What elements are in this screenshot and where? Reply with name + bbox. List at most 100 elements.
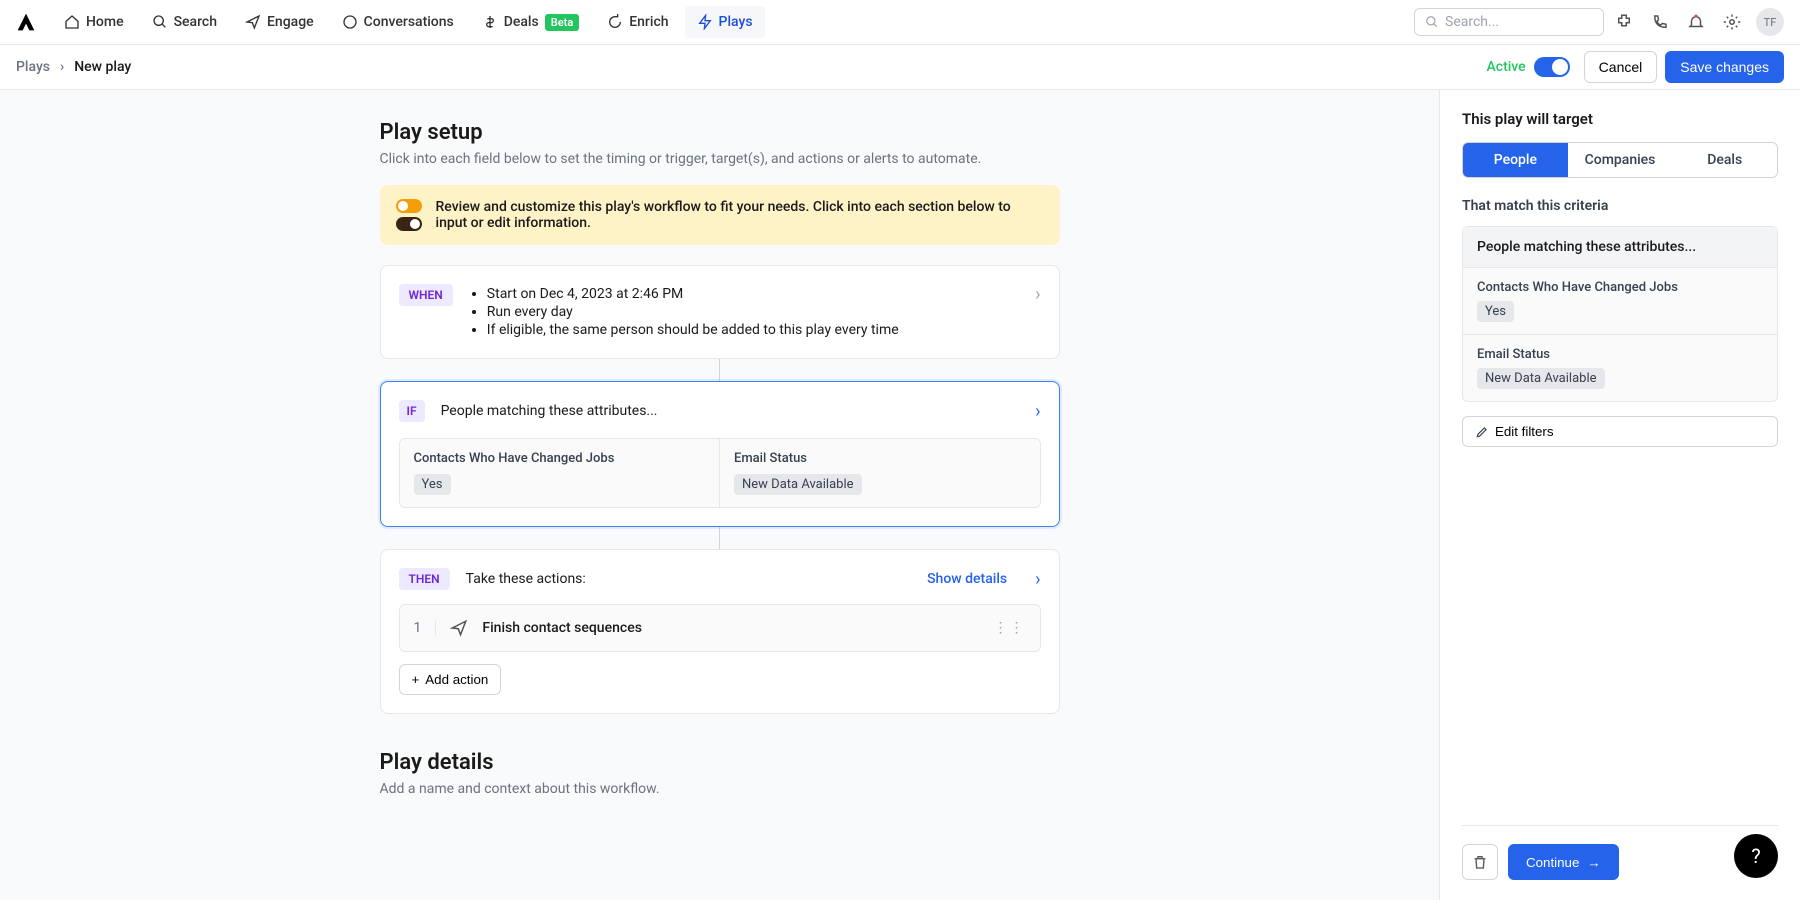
breadcrumb: Plays › New play	[16, 59, 131, 75]
target-segment: People Companies Deals	[1462, 142, 1778, 178]
nav-plays[interactable]: Plays	[685, 6, 765, 38]
filter-head: People matching these attributes...	[1463, 227, 1777, 268]
if-card[interactable]: IF People matching these attributes... ›…	[380, 381, 1060, 527]
banner-text: Review and customize this play's workflo…	[436, 199, 1044, 231]
target-title: This play will target	[1462, 110, 1778, 128]
edit-filters-button[interactable]: Edit filters	[1462, 416, 1778, 447]
breadcrumb-root[interactable]: Plays	[16, 59, 50, 75]
filter-label: Email Status	[1477, 347, 1763, 362]
send-icon	[245, 14, 261, 30]
nav-label: Engage	[267, 14, 314, 30]
delete-button[interactable]	[1462, 844, 1498, 880]
question-icon: ?	[1751, 844, 1760, 868]
top-nav: Home Search Engage Conversations Deals B…	[0, 0, 1800, 45]
filter-label: Contacts Who Have Changed Jobs	[1477, 280, 1763, 295]
gear-icon[interactable]	[1716, 6, 1748, 38]
setup-title: Play setup	[380, 120, 1060, 145]
nav-engage[interactable]: Engage	[233, 6, 326, 38]
details-title: Play details	[380, 750, 1060, 775]
chat-icon	[342, 14, 358, 30]
action-number: 1	[414, 620, 437, 636]
criteria-value: Yes	[414, 474, 451, 495]
search-placeholder: Search...	[1445, 14, 1499, 30]
search-icon	[1425, 15, 1439, 29]
pencil-icon	[1475, 425, 1489, 439]
then-headline: Take these actions:	[466, 571, 911, 587]
action-label: Finish contact sequences	[482, 620, 642, 636]
breadcrumb-current: New play	[74, 59, 131, 75]
when-line: Run every day	[487, 304, 1019, 320]
chevron-right-icon: ›	[1035, 569, 1040, 590]
bell-icon[interactable]	[1680, 6, 1712, 38]
show-details-link[interactable]: Show details	[927, 571, 1007, 587]
nav-label: Search	[174, 14, 217, 30]
when-card[interactable]: WHEN Start on Dec 4, 2023 at 2:46 PM Run…	[380, 265, 1060, 359]
connector-line	[719, 359, 720, 381]
criteria-label: Email Status	[734, 451, 1026, 466]
extension-icon[interactable]	[1608, 6, 1640, 38]
then-card[interactable]: THEN Take these actions: Show details › …	[380, 549, 1060, 714]
info-banner: Review and customize this play's workflo…	[380, 185, 1060, 245]
add-action-button[interactable]: + Add action	[399, 664, 502, 695]
connector-line	[719, 527, 720, 549]
criteria-label: Contacts Who Have Changed Jobs	[414, 451, 706, 466]
filter-block: People matching these attributes... Cont…	[1462, 226, 1778, 402]
active-label: Active	[1486, 59, 1525, 75]
nav-label: Deals	[504, 14, 539, 30]
refresh-icon	[607, 14, 623, 30]
nav-label: Home	[86, 14, 124, 30]
nav-deals[interactable]: Deals Beta	[470, 6, 591, 39]
filter-row: Email Status New Data Available	[1463, 335, 1777, 401]
phone-icon[interactable]	[1644, 6, 1676, 38]
save-button[interactable]: Save changes	[1665, 51, 1784, 83]
filter-value: New Data Available	[1477, 368, 1605, 389]
bolt-icon	[697, 14, 713, 30]
continue-button[interactable]: Continue →	[1508, 844, 1619, 880]
nav-conversations[interactable]: Conversations	[330, 6, 466, 38]
filter-row: Contacts Who Have Changed Jobs Yes	[1463, 268, 1777, 335]
nav-label: Plays	[719, 14, 753, 30]
segment-companies[interactable]: Companies	[1568, 143, 1673, 177]
search-icon	[152, 14, 168, 30]
setup-subtitle: Click into each field below to set the t…	[380, 151, 1060, 167]
drag-handle-icon[interactable]: ⋮⋮	[994, 620, 1026, 636]
plus-icon: +	[412, 672, 420, 687]
active-toggle[interactable]	[1534, 57, 1570, 77]
when-line: If eligible, the same person should be a…	[487, 322, 1019, 338]
home-icon	[64, 14, 80, 30]
segment-people[interactable]: People	[1463, 143, 1568, 177]
criteria-title: That match this criteria	[1462, 198, 1778, 214]
when-tag: WHEN	[399, 284, 453, 306]
criteria-value: New Data Available	[734, 474, 862, 495]
when-line: Start on Dec 4, 2023 at 2:46 PM	[487, 286, 1019, 302]
if-headline: People matching these attributes...	[441, 403, 1020, 419]
nav-search[interactable]: Search	[140, 6, 229, 38]
right-panel: This play will target People Companies D…	[1440, 90, 1800, 900]
nav-enrich[interactable]: Enrich	[595, 6, 680, 38]
chevron-right-icon: ›	[1035, 401, 1040, 422]
action-row[interactable]: 1 Finish contact sequences ⋮⋮	[399, 604, 1041, 652]
cancel-button[interactable]: Cancel	[1584, 51, 1658, 83]
filter-value: Yes	[1477, 301, 1514, 322]
if-tag: IF	[399, 400, 425, 422]
subheader: Plays › New play Active Cancel Save chan…	[0, 45, 1800, 90]
panel-footer: Continue →	[1462, 825, 1778, 880]
nav-label: Conversations	[364, 14, 454, 30]
trash-icon	[1472, 854, 1488, 870]
user-avatar[interactable]: TF	[1756, 8, 1784, 36]
segment-deals[interactable]: Deals	[1672, 143, 1777, 177]
nav-label: Enrich	[629, 14, 668, 30]
nav-home[interactable]: Home	[52, 6, 136, 38]
banner-toggles-icon	[396, 199, 422, 231]
then-tag: THEN	[399, 568, 450, 590]
criteria-cell: Email Status New Data Available	[720, 439, 1040, 507]
arrow-right-icon: →	[1587, 855, 1600, 870]
app-logo[interactable]	[16, 12, 36, 32]
help-fab[interactable]: ?	[1734, 834, 1778, 878]
criteria-cell: Contacts Who Have Changed Jobs Yes	[400, 439, 721, 507]
details-subtitle: Add a name and context about this workfl…	[380, 781, 1060, 797]
beta-badge: Beta	[545, 14, 580, 31]
main-content: Play setup Click into each field below t…	[0, 90, 1440, 900]
send-icon	[450, 619, 468, 637]
global-search[interactable]: Search...	[1414, 8, 1604, 36]
